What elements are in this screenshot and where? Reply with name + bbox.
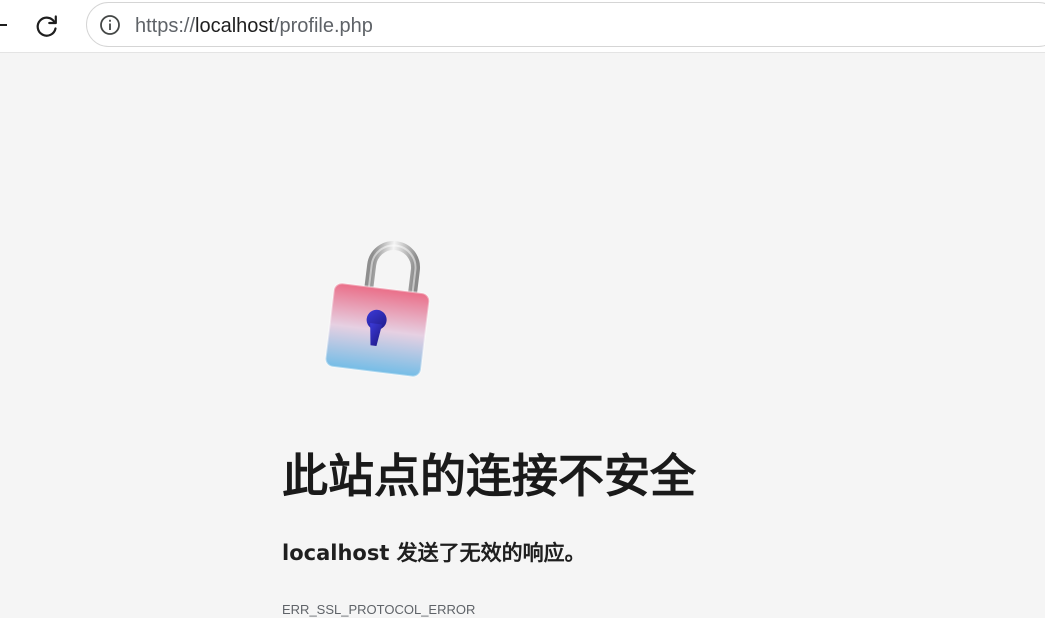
error-description: localhost 发送了无效的响应。: [282, 539, 586, 567]
info-circle-icon: [100, 15, 120, 35]
back-arrow-icon[interactable]: [0, 24, 7, 26]
error-description-host: localhost: [282, 541, 390, 565]
page-title: 此站点的连接不安全: [282, 449, 696, 503]
error-description-text: 发送了无效的响应。: [389, 541, 586, 565]
browser-toolbar: https://localhost/profile.php: [0, 0, 1045, 53]
address-bar[interactable]: https://localhost/profile.php: [86, 2, 1045, 47]
error-code: ERR_SSL_PROTOCOL_ERROR: [282, 602, 476, 617]
url-text[interactable]: https://localhost/profile.php: [135, 14, 373, 38]
reload-icon: [36, 15, 57, 37]
url-path: /profile.php: [273, 15, 373, 37]
unlocked-padlock-icon: [318, 230, 438, 380]
url-scheme: https://: [135, 15, 196, 37]
reload-button[interactable]: [30, 9, 64, 43]
site-info-button[interactable]: [95, 10, 125, 40]
url-host: localhost: [195, 15, 274, 37]
